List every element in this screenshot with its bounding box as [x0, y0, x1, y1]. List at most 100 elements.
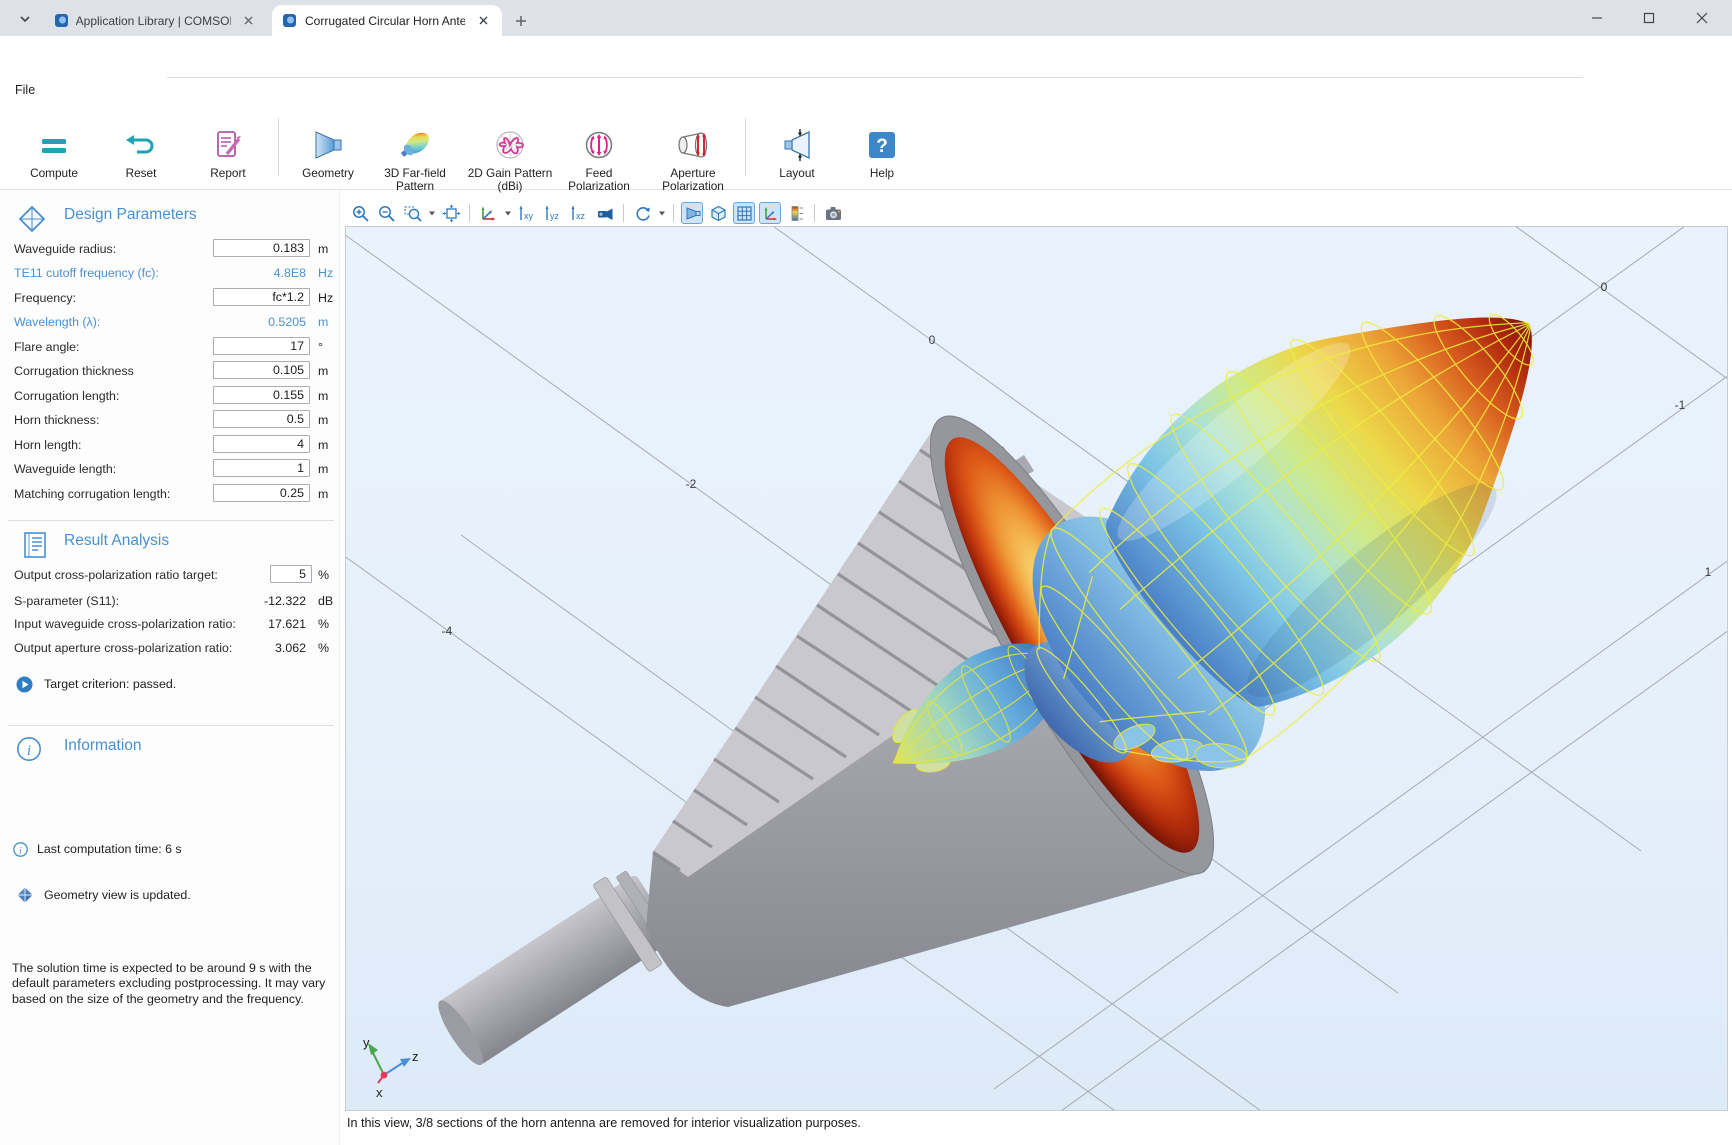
compute-button[interactable]: Compute [10, 126, 98, 180]
transparency-toggle[interactable] [707, 202, 729, 224]
horn-geometry-icon [310, 126, 346, 164]
file-menu[interactable]: File [15, 83, 35, 97]
information-header: i Information [0, 733, 340, 763]
triad-z-label: z [412, 1049, 419, 1064]
design-parameters-header: Design Parameters [0, 202, 340, 232]
browser-titlebar: Application Library | COMSOL S Corrugate… [0, 0, 1732, 36]
browser-tab-1[interactable]: Application Library | COMSOL S [44, 5, 266, 36]
param-row: Frequency: Hz [0, 286, 340, 310]
information-text: The solution time is expected to be arou… [12, 961, 338, 1007]
aperture-polarization-icon [675, 126, 711, 164]
zoom-in-icon[interactable] [349, 202, 371, 224]
section-title: Result Analysis [64, 532, 169, 550]
geometry-button[interactable]: Geometry [284, 126, 372, 180]
waveguide-length-input[interactable] [213, 459, 310, 477]
tab-close-icon[interactable] [241, 13, 256, 29]
farfield-3d-button[interactable]: 3D Far-field Pattern [371, 126, 459, 193]
comsol-favicon [282, 13, 297, 28]
waveguide-tube [424, 862, 684, 1082]
section-title: Design Parameters [64, 206, 197, 224]
view-xy-icon[interactable]: xy [516, 202, 538, 224]
zoom-box-icon[interactable] [401, 202, 423, 224]
zoom-out-icon[interactable] [375, 202, 397, 224]
layout-button[interactable]: Layout [753, 126, 841, 180]
info-circle-icon: i [16, 736, 42, 762]
layout-icon [779, 126, 815, 164]
zoom-box-dropdown[interactable] [427, 202, 436, 224]
window-minimize-button[interactable] [1582, 6, 1612, 30]
antenna-3d-scene: y z x [346, 227, 1727, 1110]
axes-toggle[interactable] [759, 202, 781, 224]
param-row: Wavelength (λ): 0.5205 m [0, 310, 340, 334]
window-maximize-button[interactable] [1634, 6, 1664, 30]
report-button[interactable]: Report [184, 126, 272, 180]
section-divider [8, 520, 334, 521]
graphics-viewport[interactable]: y z x 0 -2 -4 0 -1 1 [345, 226, 1728, 1111]
geometry-updated-icon [16, 886, 34, 904]
waveguide-radius-input[interactable] [213, 239, 310, 257]
s-parameter-value: -12.322 [150, 589, 306, 613]
farfield-3d-icon [397, 126, 433, 164]
svg-text:yz: yz [550, 211, 560, 221]
aperture-polarization-button[interactable]: Aperture Polarization [649, 126, 737, 193]
cross-polarization-target-input[interactable] [270, 565, 312, 583]
param-row: Waveguide length: m [0, 457, 340, 481]
result-row: Input waveguide cross-polarization ratio… [0, 612, 340, 636]
axis-tick-label: -2 [686, 477, 697, 491]
view-yz-icon[interactable]: yz [542, 202, 564, 224]
feed-polarization-icon [581, 126, 617, 164]
reset-button[interactable]: Reset [97, 126, 185, 180]
new-tab-button[interactable] [509, 9, 533, 33]
svg-text:xy: xy [524, 211, 534, 221]
feed-polarization-button[interactable]: Feed Polarization [555, 126, 643, 193]
tab-close-icon[interactable] [475, 13, 491, 29]
svg-text:?: ? [876, 136, 888, 157]
tab-title: Corrugated Circular Horn Anten [305, 14, 465, 28]
report-icon [210, 126, 246, 164]
help-button[interactable]: ? Help [838, 126, 926, 180]
param-row: Flare angle: ° [0, 335, 340, 359]
horn-thickness-input[interactable] [213, 410, 310, 428]
horn-length-input[interactable] [213, 435, 310, 453]
coordinate-triad: y z x [363, 1035, 419, 1100]
browser-tab-2[interactable]: Corrugated Circular Horn Anten [272, 5, 502, 36]
corrugation-thickness-input[interactable] [213, 361, 310, 379]
param-row: Corrugation thickness m [0, 359, 340, 383]
frequency-input[interactable] [213, 288, 310, 306]
corrugation-length-input[interactable] [213, 386, 310, 404]
geometry-status-row: Geometry view is updated. [44, 888, 191, 902]
default-view-icon[interactable] [477, 202, 499, 224]
gain-2d-button[interactable]: 2D Gain Pattern (dBi) [466, 126, 554, 193]
default-view-dropdown[interactable] [503, 202, 512, 224]
target-criterion-status: Target criterion: passed. [44, 677, 176, 691]
tab-title: Application Library | COMSOL S [76, 14, 232, 28]
grid-toggle[interactable] [733, 202, 755, 224]
tab-search-button[interactable] [11, 7, 39, 31]
toolbar-separator [623, 204, 624, 222]
matching-corrugation-length-input[interactable] [213, 484, 310, 502]
result-row: S-parameter (S11): -12.322 dB [0, 589, 340, 613]
flare-angle-input[interactable] [213, 337, 310, 355]
axis-tick-label: 1 [1705, 565, 1712, 579]
zoom-extents-icon[interactable] [440, 202, 462, 224]
rotate-view-icon[interactable] [631, 202, 653, 224]
reset-icon [123, 126, 159, 164]
chevron-down-icon [19, 13, 31, 25]
graphics-toolbar: xy yz xz [349, 201, 844, 225]
axis-tick-label: -4 [442, 624, 453, 638]
view-xz-icon[interactable]: xz [568, 202, 590, 224]
show-geometry-toggle[interactable] [681, 202, 703, 224]
window-close-button[interactable] [1687, 6, 1717, 30]
output-cross-polarization-value: 3.062 [150, 636, 306, 660]
app-menubar: File [0, 78, 1732, 104]
snapshot-camera-icon[interactable] [822, 202, 844, 224]
scene-light-icon[interactable] [594, 202, 616, 224]
info-small-icon: i [13, 842, 28, 857]
result-analysis-icon [20, 530, 50, 560]
svg-text:i: i [19, 846, 22, 856]
triad-y-label: y [363, 1035, 370, 1050]
rotate-view-dropdown[interactable] [657, 202, 666, 224]
color-legend-toggle[interactable] [785, 202, 807, 224]
section-title: Information [64, 737, 142, 755]
param-row: Waveguide radius: m [0, 237, 340, 261]
